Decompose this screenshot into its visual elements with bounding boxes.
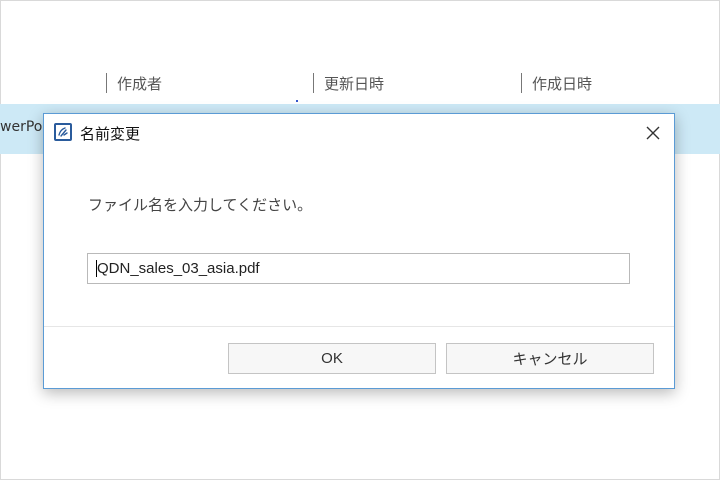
dialog-titlebar[interactable]: 名前変更 <box>44 114 674 152</box>
text-caret <box>96 260 97 277</box>
column-header-label: 更新日時 <box>324 74 385 93</box>
column-separator <box>106 73 107 93</box>
dialog-divider <box>44 326 674 327</box>
ok-button[interactable]: OK <box>228 343 436 374</box>
column-header-label: 作成日時 <box>532 74 593 93</box>
rename-app-icon <box>54 123 72 141</box>
resize-marker <box>296 100 298 102</box>
column-header-author[interactable]: 作成者 <box>106 72 162 94</box>
file-name-cell: werPoi <box>0 119 47 135</box>
column-separator <box>521 73 522 93</box>
column-header-created[interactable]: 作成日時 <box>521 72 592 94</box>
dialog-prompt: ファイル名を入力してください。 <box>88 196 313 214</box>
column-separator <box>313 73 314 93</box>
rename-dialog: 名前変更 ファイル名を入力してください。 OK キャンセル <box>43 113 675 389</box>
filename-input[interactable] <box>87 253 630 284</box>
close-icon[interactable] <box>640 120 666 146</box>
cancel-button[interactable]: キャンセル <box>446 343 654 374</box>
column-header-label: 作成者 <box>117 74 163 93</box>
dialog-title: 名前変更 <box>80 125 141 143</box>
column-header-updated[interactable]: 更新日時 <box>313 72 384 94</box>
